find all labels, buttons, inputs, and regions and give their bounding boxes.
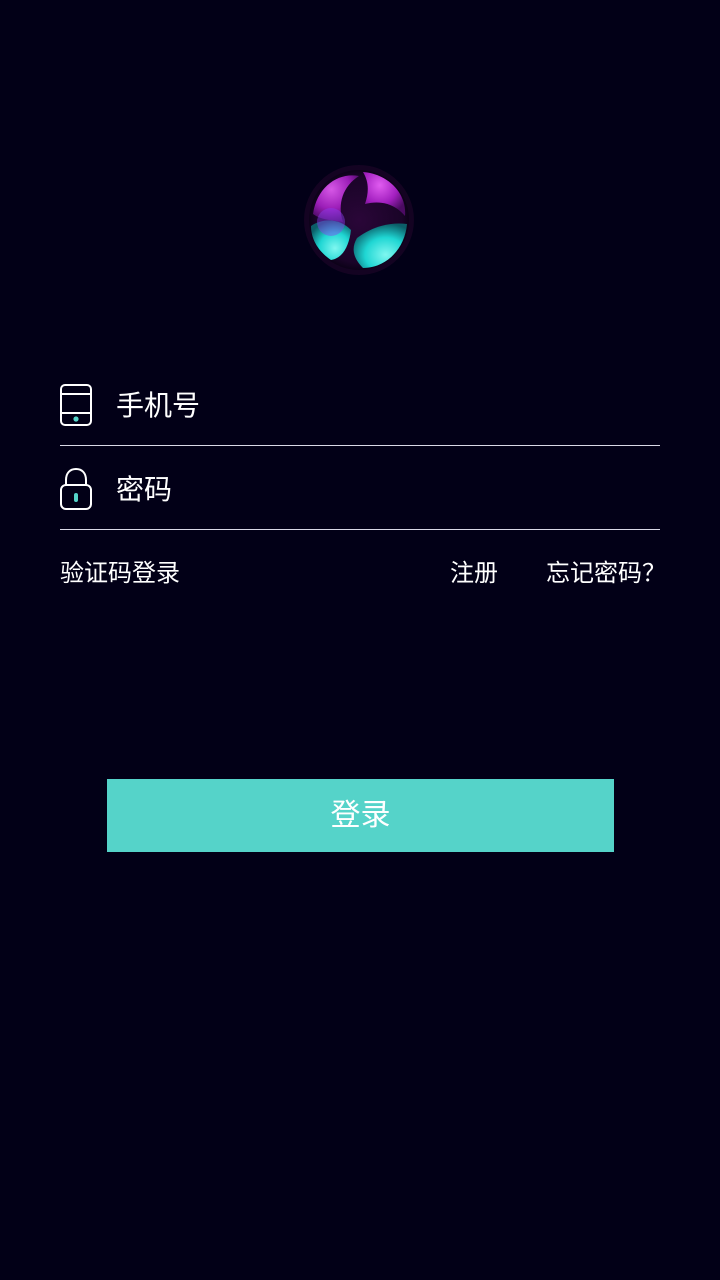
lock-icon — [60, 468, 92, 510]
login-button[interactable]: 登录 — [107, 779, 614, 852]
password-input[interactable] — [116, 466, 636, 512]
forgot-password-link[interactable]: 忘记密码？ — [546, 556, 666, 590]
phone-icon — [60, 384, 92, 426]
login-screen: 验证码登录 注册 忘记密码？ 登录 — [0, 0, 720, 1280]
app-logo — [304, 165, 414, 275]
sms-login-link[interactable]: 验证码登录 — [60, 556, 180, 590]
password-field — [60, 446, 660, 530]
phone-field — [60, 362, 660, 446]
phone-input[interactable] — [116, 382, 636, 428]
register-link[interactable]: 注册 — [450, 556, 498, 590]
